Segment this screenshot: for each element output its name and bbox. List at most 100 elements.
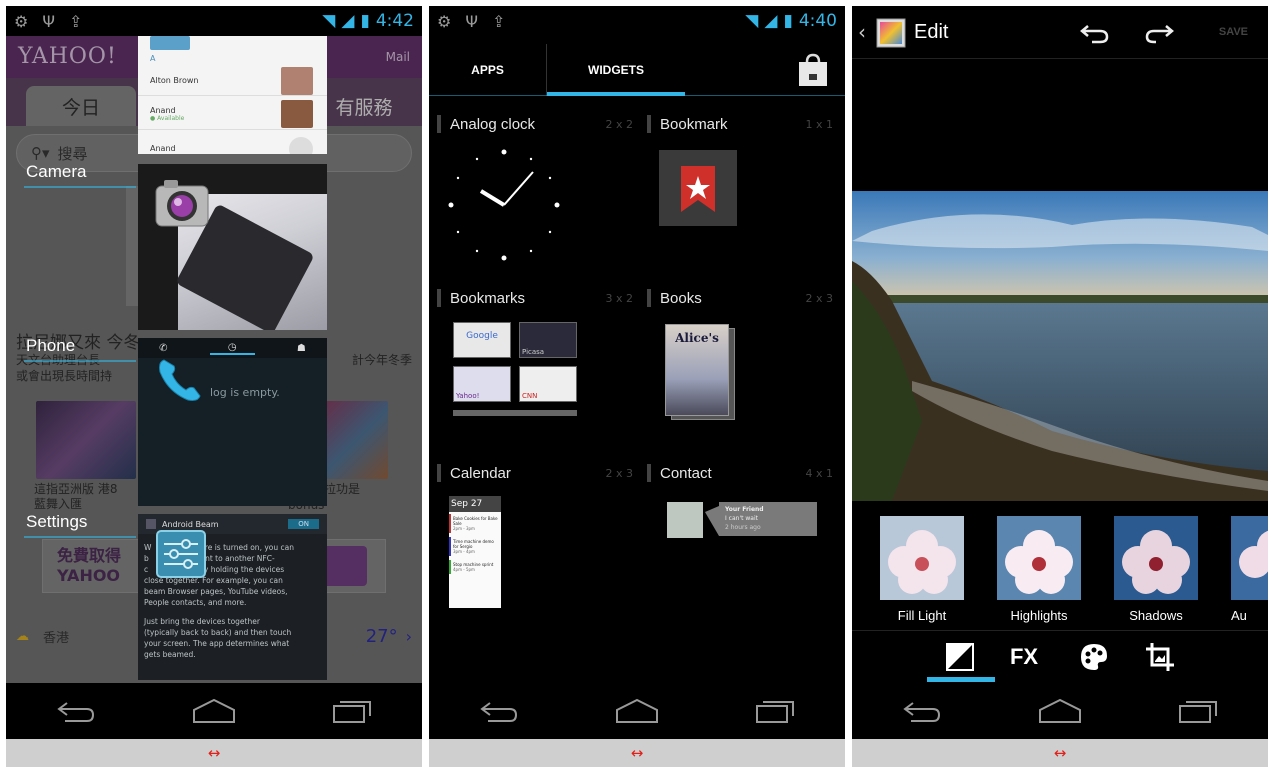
filter-shadows[interactable]: Shadows [1114, 516, 1198, 623]
calendar-event-title: Time machine demo for Sergio [453, 539, 494, 549]
phone-tab-history-icon[interactable]: ◷ [209, 342, 255, 355]
contact-avatar [281, 67, 313, 95]
widget-name: Contact [660, 464, 712, 482]
calendar-event-title: Bake Cookies for Bake Sale [453, 516, 498, 526]
contact-row[interactable]: Anand ● Available [138, 98, 327, 130]
contact-row[interactable]: Anand [138, 134, 327, 154]
filter-preview-image [1114, 516, 1198, 600]
upload-icon: ⇪ [491, 11, 506, 31]
widget-bar [647, 289, 651, 307]
back-button[interactable] [891, 691, 951, 731]
signal-icon: ◢ [764, 11, 778, 31]
filter-fill-light[interactable]: Fill Light [880, 516, 964, 623]
speech-pointer-icon [705, 506, 719, 536]
contact-name: Anand [150, 144, 176, 153]
tool-color[interactable] [1074, 642, 1114, 672]
palette-icon [1081, 644, 1107, 670]
beam-line: beam Browser pages, YouTube videos, [144, 587, 288, 596]
calendar-event: Time machine demo for Sergio 3pm - 4pm [449, 537, 501, 556]
home-button[interactable] [1030, 691, 1090, 731]
recents-button[interactable] [746, 691, 806, 731]
book-title: Alice's [675, 331, 719, 345]
widget-item-calendar[interactable]: Calendar 2 x 3 [437, 461, 633, 485]
redo-icon[interactable] [1144, 24, 1174, 44]
phone-tab-dialer-icon[interactable]: ✆ [159, 343, 167, 354]
filter-label: Shadows [1129, 608, 1183, 623]
widget-name: Bookmarks [450, 289, 526, 307]
settings-app-icon[interactable] [156, 530, 206, 578]
bookmark-widget-preview [659, 150, 737, 226]
books-widget-preview: Alice's [665, 324, 737, 422]
tool-active-indicator [927, 677, 995, 682]
screen-recent-apps: YAHOO! Mail 今日 有服務 ⚲▾ 搜尋 拉尼娜又來 今冬 天文台助理台… [6, 6, 422, 739]
contact-status-text: Available [157, 114, 185, 122]
analog-clock-preview [448, 149, 560, 261]
recents-button[interactable] [1169, 691, 1229, 731]
back-button[interactable] [468, 691, 528, 731]
widget-item-books[interactable]: Books 2 x 3 [647, 286, 833, 310]
caption-1: ↔ [6, 739, 422, 767]
editor-title: Edit [914, 21, 949, 43]
widget-item-bookmarks[interactable]: Bookmarks 3 x 2 [437, 286, 633, 310]
home-button[interactable] [184, 691, 244, 731]
bookmarks-widget-preview: Google Picasa Yahoo! CNN [453, 322, 581, 426]
bookmark-thumb-label: Google [466, 331, 498, 341]
back-button[interactable] [45, 691, 105, 731]
tool-fx[interactable]: FX [1004, 642, 1044, 672]
back-icon [57, 702, 95, 722]
widget-item-analog-clock[interactable]: Analog clock 2 x 2 [437, 112, 633, 136]
filter-preview-image [1231, 516, 1268, 600]
recent-label-divider [24, 536, 136, 538]
filter-preview-image [880, 516, 964, 600]
upload-icon: ⇪ [68, 11, 83, 31]
widget-size: 2 x 2 [605, 117, 634, 131]
beam-line: People contacts, and more. [144, 598, 247, 607]
apps-widgets-tabs: APPS WIDGETS [429, 44, 845, 96]
filter-auto[interactable]: Au [1231, 516, 1268, 623]
signal-icon: ◢ [341, 11, 355, 31]
gallery-app-icon[interactable] [876, 18, 906, 48]
widget-name: Calendar [450, 464, 511, 482]
screen-widget-picker: ⚙ Ψ ⇪ ◥ ◢ ▮ 4:40 APPS WIDGETS Analog clo… [429, 6, 845, 739]
phone-app-icon[interactable] [154, 354, 206, 406]
contacts-header [150, 36, 190, 50]
battery-icon: ▮ [360, 11, 370, 31]
contact-name: Anand [150, 105, 176, 115]
home-button[interactable] [607, 691, 667, 731]
filter-preview-image [997, 516, 1081, 600]
recent-label-settings: Settings [26, 512, 88, 531]
home-icon [192, 698, 235, 723]
book-cover: Alice's [665, 324, 729, 416]
wifi-icon: ◥ [322, 11, 336, 31]
calendar-widget-preview: Sep 27 Bake Cookies for Bake Sale 2pm - … [449, 496, 501, 608]
recent-thumb-contacts[interactable]: A Alton Brown Anand ● Available Anand [138, 36, 327, 154]
play-store-icon[interactable] [795, 52, 831, 88]
bookmark-thumb: Picasa [519, 322, 577, 358]
camera-app-icon[interactable] [154, 178, 210, 228]
beam-toggle[interactable]: ON [288, 519, 319, 529]
up-caret-icon[interactable]: ‹ [858, 20, 866, 44]
tool-crop[interactable] [1140, 642, 1180, 672]
recents-button[interactable] [323, 691, 383, 731]
status-bar: ⚙ Ψ ⇪ ◥ ◢ ▮ 4:40 [429, 6, 845, 36]
save-button[interactable]: SAVE [1219, 26, 1248, 38]
tab-apps[interactable]: APPS [429, 44, 546, 96]
phone-tab-contacts-icon[interactable]: ☗ [297, 343, 306, 354]
bookmark-thumb: Yahoo! [453, 366, 511, 402]
widget-bar [647, 115, 651, 133]
beam-line: gets beamed. [144, 650, 196, 659]
widget-size: 1 x 1 [805, 117, 834, 131]
phone-log-text: log is empty. [210, 386, 280, 399]
widget-item-bookmark[interactable]: Bookmark 1 x 1 [647, 112, 833, 136]
filter-highlights[interactable]: Highlights [997, 516, 1081, 623]
wifi-icon: ◥ [745, 11, 759, 31]
calendar-date: Sep 27 [449, 496, 501, 512]
widget-item-contact[interactable]: Contact 4 x 1 [647, 461, 833, 485]
tab-widgets[interactable]: WIDGETS [547, 44, 685, 96]
widget-bar [647, 464, 651, 482]
tool-exposure[interactable] [940, 642, 980, 672]
contact-widget-line1: I can't wait [725, 515, 758, 522]
undo-icon[interactable] [1080, 24, 1110, 44]
bookmark-thumb-label: Yahoo! [456, 392, 480, 400]
contact-row[interactable]: Alton Brown [138, 66, 327, 96]
